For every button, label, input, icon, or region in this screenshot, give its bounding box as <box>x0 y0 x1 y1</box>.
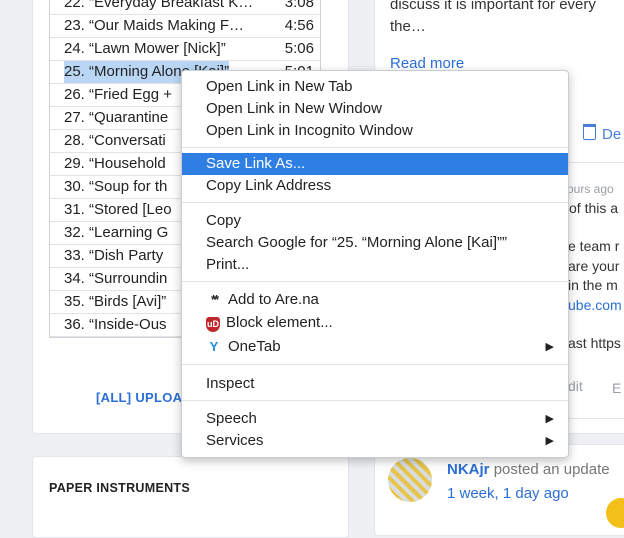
menu-separator <box>182 364 568 365</box>
menu-item-services[interactable]: Services ▶ <box>182 430 568 452</box>
feed-text-fragment: e team r <box>568 238 620 254</box>
menu-item-open-new-window[interactable]: Open Link in New Window <box>182 98 568 120</box>
feed-excerpt: discuss it is important for every the… <box>390 0 596 35</box>
upload-all-link[interactable]: [ALL] UPLOA <box>96 390 182 405</box>
menu-item-copy[interactable]: Copy <box>182 210 568 232</box>
post-time-link[interactable]: 1 week, 1 day ago <box>447 485 569 502</box>
menu-item-copy-link-address[interactable]: Copy Link Address <box>182 175 568 197</box>
menu-item-search-google[interactable]: Search Google for “25. “Morning Alone [K… <box>182 232 568 254</box>
paper-instruments-heading: PAPER INSTRUMENTS <box>49 481 190 495</box>
menu-item-add-to-arena[interactable]: ** Add to Are.na <box>182 289 568 311</box>
timestamp: ours ago <box>567 182 614 196</box>
menu-item-block-element[interactable]: uD Block element... <box>182 312 568 334</box>
track-row[interactable]: 22. “Everyday Breakfast K… 3:08 <box>50 0 320 15</box>
menu-separator <box>182 400 568 401</box>
feed-link-fragment[interactable]: ube.com <box>568 297 622 313</box>
ublock-icon: uD <box>206 317 220 332</box>
action-fragment[interactable]: E <box>612 380 621 396</box>
feed-text-fragment: in the m <box>568 277 618 293</box>
track-row[interactable]: 23. “Our Maids Making F… 4:56 <box>50 15 320 38</box>
edit-action[interactable]: dit <box>568 378 583 394</box>
track-row[interactable]: 24. “Lawn Mower [Nick]” 5:06 <box>50 38 320 61</box>
delete-label: De <box>602 126 622 143</box>
paper-instruments-card <box>32 456 349 538</box>
submenu-arrow-icon: ▶ <box>545 435 554 447</box>
menu-item-save-link-as[interactable]: Save Link As... <box>182 153 568 175</box>
menu-separator <box>182 202 568 203</box>
post-header: NKAjr posted an update <box>447 461 610 478</box>
submenu-arrow-icon: ▶ <box>545 413 554 425</box>
menu-item-open-incognito[interactable]: Open Link in Incognito Window <box>182 120 568 142</box>
menu-item-inspect[interactable]: Inspect <box>182 373 568 395</box>
avatar[interactable] <box>388 458 432 502</box>
menu-item-print[interactable]: Print... <box>182 254 568 276</box>
menu-item-speech[interactable]: Speech ▶ <box>182 408 568 430</box>
menu-item-open-new-tab[interactable]: Open Link in New Tab <box>182 76 568 98</box>
trash-icon <box>583 124 596 140</box>
post-author-link[interactable]: NKAjr <box>447 461 490 478</box>
menu-separator <box>182 147 568 148</box>
delete-button[interactable]: De <box>583 124 621 143</box>
post-action: posted an update <box>493 461 610 478</box>
menu-separator <box>182 281 568 282</box>
feed-text-fragment: are your <box>568 258 620 274</box>
menu-item-onetab[interactable]: Y OneTab ▶ <box>182 336 568 358</box>
arena-icon: ** <box>210 292 219 307</box>
context-menu: Open Link in New Tab Open Link in New Wi… <box>181 70 569 458</box>
onetab-icon: Y <box>209 339 219 354</box>
submenu-arrow-icon: ▶ <box>545 341 554 353</box>
feed-text-fragment: ast https <box>568 335 621 351</box>
feed-text-fragment: of this a <box>569 200 619 216</box>
